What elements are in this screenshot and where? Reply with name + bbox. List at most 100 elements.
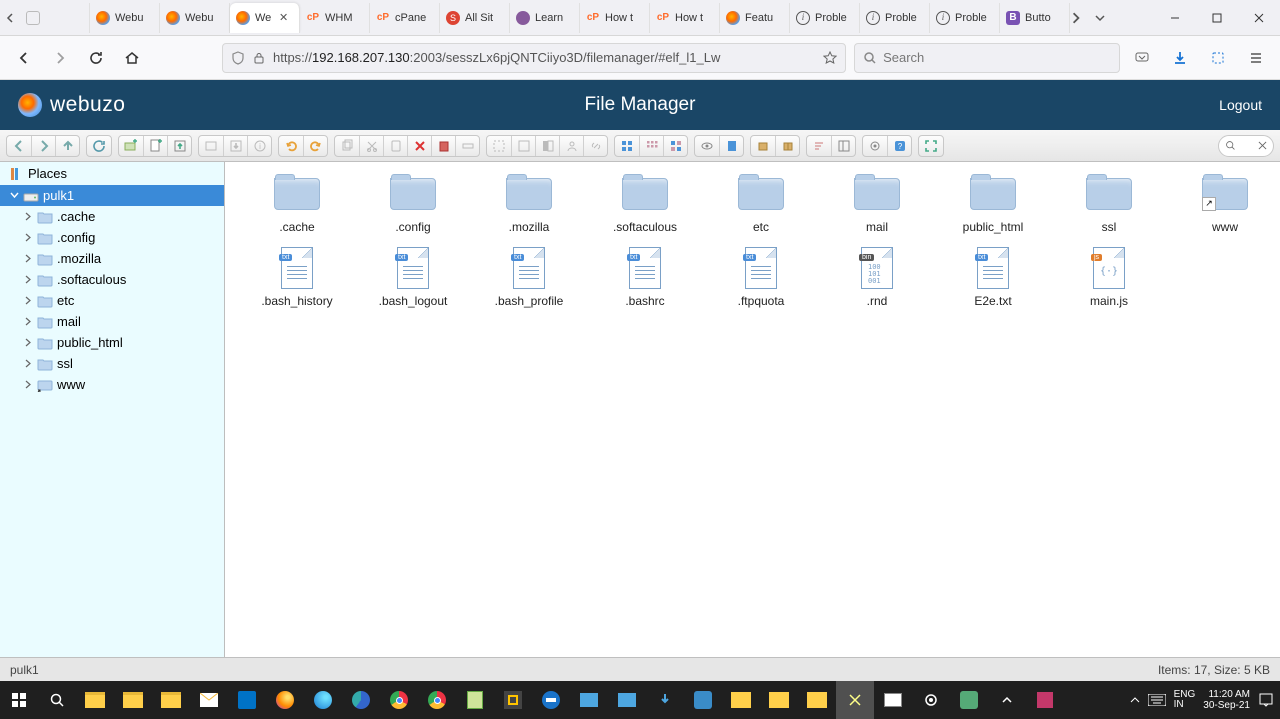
taskbar-mail[interactable] bbox=[190, 681, 228, 719]
nav-reload-button[interactable] bbox=[82, 44, 110, 72]
window-maximize-button[interactable] bbox=[1196, 4, 1238, 32]
folder-item[interactable]: .mozilla bbox=[473, 174, 585, 234]
folder-item[interactable]: public_html bbox=[937, 174, 1049, 234]
taskbar-explorer[interactable] bbox=[114, 681, 152, 719]
tab-list-button[interactable] bbox=[1094, 12, 1118, 24]
taskbar-settings[interactable] bbox=[912, 681, 950, 719]
folder-item[interactable]: .cache bbox=[241, 174, 353, 234]
tb-edit-icon[interactable] bbox=[719, 136, 743, 156]
start-button[interactable] bbox=[0, 681, 38, 719]
tab-close-icon[interactable]: ✕ bbox=[279, 11, 293, 25]
taskbar-download[interactable] bbox=[646, 681, 684, 719]
tree-root[interactable]: pulk1 bbox=[0, 185, 224, 206]
browser-tab[interactable]: cPHow t bbox=[580, 3, 650, 33]
taskbar-winscp[interactable] bbox=[570, 681, 608, 719]
taskbar-teamviewer[interactable] bbox=[532, 681, 570, 719]
fm-search-box[interactable] bbox=[1218, 135, 1274, 157]
taskbar-notepadpp[interactable] bbox=[456, 681, 494, 719]
browser-tab[interactable]: SAll Sit bbox=[440, 3, 510, 33]
file-item[interactable]: js{·}main.js bbox=[1053, 248, 1165, 308]
tb-paste-icon[interactable] bbox=[383, 136, 407, 156]
keyboard-icon[interactable] bbox=[1148, 694, 1166, 706]
tb-undo-icon[interactable] bbox=[279, 136, 303, 156]
tb-info-icon[interactable]: i bbox=[247, 136, 271, 156]
taskbar-app[interactable] bbox=[608, 681, 646, 719]
tree-item[interactable]: .softaculous bbox=[0, 269, 224, 290]
file-item[interactable]: txtE2e.txt bbox=[937, 248, 1049, 308]
file-item[interactable]: bin100 101 001.rnd bbox=[821, 248, 933, 308]
tb-selectall-icon[interactable] bbox=[487, 136, 511, 156]
taskbar-explorer[interactable] bbox=[76, 681, 114, 719]
browser-tab[interactable]: iProble bbox=[930, 3, 1000, 33]
taskbar-explorer[interactable] bbox=[798, 681, 836, 719]
hamburger-menu-icon[interactable] bbox=[1242, 44, 1270, 72]
tree-item[interactable]: ssl bbox=[0, 353, 224, 374]
file-item[interactable]: txt.bashrc bbox=[589, 248, 701, 308]
tree-item[interactable]: .cache bbox=[0, 206, 224, 227]
notifications-icon[interactable] bbox=[1258, 692, 1274, 708]
folder-item[interactable]: .softaculous bbox=[589, 174, 701, 234]
file-item[interactable]: txt.bash_profile bbox=[473, 248, 585, 308]
taskbar-app[interactable] bbox=[1026, 681, 1064, 719]
nav-back-button[interactable] bbox=[10, 44, 38, 72]
browser-tab[interactable]: iProble bbox=[860, 3, 930, 33]
tb-fullscreen-icon[interactable] bbox=[919, 136, 943, 156]
taskbar-snip[interactable] bbox=[836, 681, 874, 719]
taskbar-chrome[interactable] bbox=[418, 681, 456, 719]
logout-link[interactable]: Logout bbox=[1219, 97, 1262, 113]
tree-item[interactable]: www bbox=[0, 374, 224, 395]
tb-link-icon[interactable] bbox=[583, 136, 607, 156]
taskbar-vmware[interactable] bbox=[494, 681, 532, 719]
tb-help-icon[interactable]: ? bbox=[887, 136, 911, 156]
url-field[interactable]: https://192.168.207.130:2003/sesszLx6pjQ… bbox=[222, 43, 846, 73]
tb-invert-icon[interactable] bbox=[535, 136, 559, 156]
tb-perm-icon[interactable] bbox=[559, 136, 583, 156]
nav-home-button[interactable] bbox=[118, 44, 146, 72]
tb-view-icons-button[interactable] bbox=[615, 136, 639, 156]
tree-item[interactable]: etc bbox=[0, 290, 224, 311]
tree-item[interactable]: .mozilla bbox=[0, 248, 224, 269]
taskbar-app[interactable] bbox=[950, 681, 988, 719]
taskbar-chrome[interactable] bbox=[380, 681, 418, 719]
tb-up-button[interactable] bbox=[55, 136, 79, 156]
taskbar-firefox-dev[interactable] bbox=[304, 681, 342, 719]
tb-archive-icon[interactable] bbox=[775, 136, 799, 156]
tb-empty-icon[interactable] bbox=[431, 136, 455, 156]
browser-tab[interactable]: cPHow t bbox=[650, 3, 720, 33]
tb-upload-icon[interactable] bbox=[167, 136, 191, 156]
places-header[interactable]: Places bbox=[0, 162, 224, 185]
tb-preview-icon[interactable] bbox=[695, 136, 719, 156]
browser-tab[interactable]: Learn bbox=[510, 3, 580, 33]
tb-selectnone-icon[interactable] bbox=[511, 136, 535, 156]
tb-view-list-button[interactable] bbox=[663, 136, 687, 156]
tb-redo-icon[interactable] bbox=[303, 136, 327, 156]
browser-tab[interactable]: cPWHM bbox=[300, 3, 370, 33]
taskbar-firefox[interactable] bbox=[266, 681, 304, 719]
nav-forward-button[interactable] bbox=[46, 44, 74, 72]
tab-scroll-left[interactable] bbox=[0, 4, 20, 32]
tb-rename-icon[interactable] bbox=[455, 136, 479, 156]
taskbar-edge[interactable] bbox=[342, 681, 380, 719]
tb-view-small-button[interactable] bbox=[639, 136, 663, 156]
tray-chevron-up-icon[interactable] bbox=[1130, 695, 1140, 705]
tb-reload-icon[interactable] bbox=[87, 136, 111, 156]
bookmark-star-icon[interactable] bbox=[823, 51, 837, 65]
browser-tab[interactable] bbox=[20, 3, 90, 33]
folder-item[interactable]: www bbox=[1169, 174, 1280, 234]
file-item[interactable]: txt.ftpquota bbox=[705, 248, 817, 308]
taskbar-search-icon[interactable] bbox=[38, 681, 76, 719]
browser-tab[interactable]: iProble bbox=[790, 3, 860, 33]
tb-extract-icon[interactable] bbox=[751, 136, 775, 156]
taskbar-explorer[interactable] bbox=[722, 681, 760, 719]
tb-sort-icon[interactable] bbox=[807, 136, 831, 156]
tree-item[interactable]: public_html bbox=[0, 332, 224, 353]
browser-tab[interactable]: Featu bbox=[720, 3, 790, 33]
tb-forward-button[interactable] bbox=[31, 136, 55, 156]
taskbar-app[interactable] bbox=[684, 681, 722, 719]
tb-delete-icon[interactable] bbox=[407, 136, 431, 156]
tb-settings-icon[interactable] bbox=[863, 136, 887, 156]
file-pane[interactable]: .cache.config.mozilla.softaculousetcmail… bbox=[225, 162, 1280, 657]
taskbar-more-up[interactable] bbox=[988, 681, 1026, 719]
tb-newfolder-icon[interactable] bbox=[119, 136, 143, 156]
system-tray[interactable]: ENG IN 11:20 AM 30-Sep-21 bbox=[1130, 689, 1280, 711]
